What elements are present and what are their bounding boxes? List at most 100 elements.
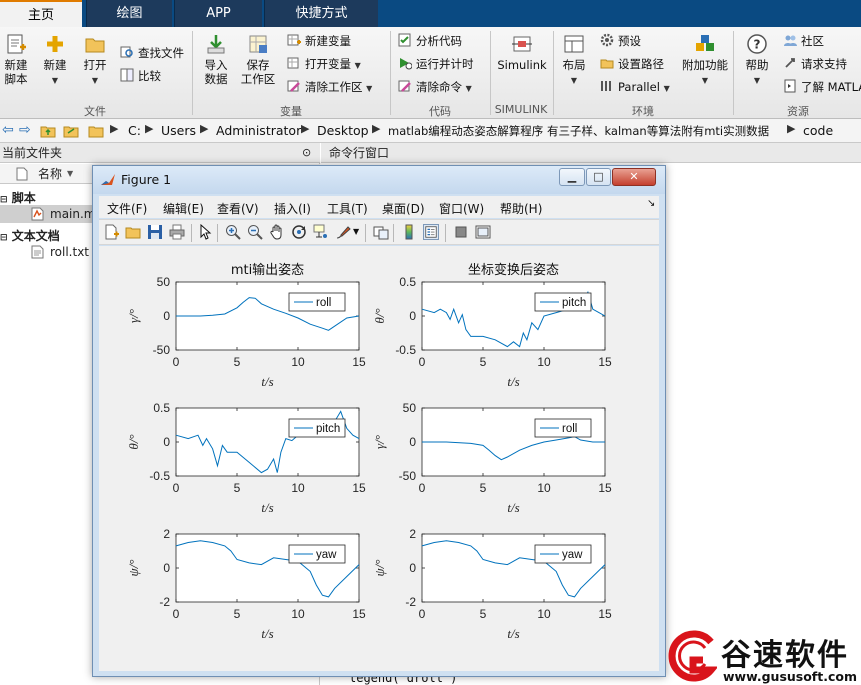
menu-tools[interactable]: 工具(T) (327, 200, 368, 217)
x-tick-label: 10 (291, 607, 305, 621)
x-tick-label: 0 (419, 355, 426, 369)
subplot-grid: 0 5 10 15-50050mti输出姿态t/sγ/°roll0 5 10 15-0.50… (126, 262, 612, 641)
new-plus-icon (47, 36, 63, 52)
import-data-button[interactable]: 导入 数据 (200, 33, 232, 86)
menu-view[interactable]: 查看(V) (217, 200, 259, 217)
file-row-roll-txt[interactable]: roll.txt (0, 243, 92, 261)
y-axis-label: ψ/° (126, 560, 141, 577)
community-button[interactable]: 社区 (783, 32, 824, 50)
sort-arrow-icon[interactable]: ▼ (67, 164, 73, 184)
brush-icon[interactable] (335, 224, 351, 240)
zoom-out-icon[interactable] (247, 224, 263, 240)
data-cursor-icon[interactable] (313, 224, 329, 240)
resources-group-label: 资源 (787, 105, 809, 118)
pointer-icon[interactable] (197, 224, 213, 240)
close-button[interactable]: ✕ (612, 168, 656, 186)
back-arrow-icon[interactable]: ⇦ (2, 122, 14, 138)
preferences-button[interactable]: 预设 (600, 32, 641, 50)
learn-matlab-button[interactable]: 了解 MATLAB (783, 78, 861, 96)
y-tick-label: 0 (163, 309, 170, 323)
save-workspace-button[interactable]: 保存 工作区 (240, 33, 276, 86)
request-support-button[interactable]: 请求支持 (783, 55, 847, 73)
clear-commands-button[interactable]: 清除命令 ▼ (398, 78, 472, 96)
group-text-docs[interactable]: ⊟ 文本文档 (0, 227, 60, 244)
figure-canvas[interactable]: 0 5 10 15 -50 0 50 mti输出姿态 t/s γ/° roll 0 5 10 15 -0.5 0… (99, 246, 659, 671)
legend-icon[interactable] (423, 224, 439, 240)
menu-desktop[interactable]: 桌面(D) (382, 200, 425, 217)
tab-plots[interactable]: 绘图 (86, 0, 172, 27)
breadcrumb-project-folder[interactable]: matlab编程动态姿态解算程序 有三子样、kalman等算法附有mti实测数据 (388, 123, 769, 139)
colorbar-icon[interactable] (401, 224, 417, 240)
layout-button[interactable]: 布局 ▼ (560, 33, 588, 88)
y-tick-label: 0 (409, 309, 416, 323)
tab-shortcuts[interactable]: 快捷方式 (264, 0, 378, 27)
print-icon[interactable] (169, 224, 185, 240)
file-row-main-m[interactable]: main.m (0, 205, 96, 223)
x-tick-label: 15 (352, 481, 366, 495)
menu-edit[interactable]: 编辑(E) (163, 200, 204, 217)
maximize-button[interactable]: □ (586, 168, 611, 186)
open-button[interactable]: 打开 ▼ (80, 33, 110, 88)
name-column-header[interactable]: 名称 (38, 164, 62, 184)
new-figure-icon[interactable] (103, 224, 119, 240)
pan-hand-icon[interactable] (269, 224, 285, 240)
run-and-time-button[interactable]: 运行并计时 (398, 55, 474, 73)
new-variable-button[interactable]: 新建变量 (287, 32, 351, 50)
clear-workspace-button[interactable]: 清除工作区 ▼ (287, 78, 372, 96)
y-axis-label: γ/° (372, 435, 387, 449)
toolbar-separator (445, 224, 446, 242)
group-scripts[interactable]: ⊟ 脚本 (0, 189, 36, 206)
collapse-icon[interactable]: ⊟ (0, 195, 8, 205)
menu-insert[interactable]: 插入(I) (274, 200, 311, 217)
collapse-icon[interactable]: ⊟ (0, 233, 8, 243)
addons-button[interactable]: 附加功能 ▼ (682, 33, 728, 88)
browse-folder-icon[interactable] (63, 123, 79, 139)
forward-arrow-icon[interactable]: ⇨ (19, 122, 31, 138)
help-button[interactable]: ? 帮助 ▼ (742, 33, 772, 88)
set-path-button[interactable]: 设置路径 (600, 55, 664, 73)
x-axis-label: t/s (507, 374, 519, 389)
command-window-header: 命令行窗口 (321, 143, 861, 163)
menu-file[interactable]: 文件(F) (107, 200, 147, 217)
open-variable-button[interactable]: 打开变量 ▼ (287, 55, 361, 73)
zoom-in-icon[interactable] (225, 224, 241, 240)
legend-label: roll (562, 423, 577, 435)
breadcrumb-users[interactable]: Users (161, 123, 196, 138)
figure-titlebar[interactable]: Figure 1 ▁ □ ✕ (93, 166, 665, 194)
figure-window[interactable]: Figure 1 ▁ □ ✕ 文件(F) 编辑(E) 查看(V) 插入(I) 工… (92, 165, 666, 677)
hide-plot-tools-icon[interactable] (453, 224, 469, 240)
rotate-3d-icon[interactable] (291, 224, 307, 240)
figure-title: Figure 1 (121, 172, 172, 187)
breadcrumb-drive[interactable]: C: (128, 123, 141, 138)
chevron-down-icon[interactable]: ▼ (353, 227, 359, 236)
minimize-button[interactable]: ▁ (559, 168, 585, 186)
panel-menu-icon[interactable]: ⊙ (302, 143, 311, 163)
breadcrumb-administrator[interactable]: Administrator (216, 123, 301, 138)
dock-arrow-icon[interactable]: ↘ (647, 198, 655, 209)
simulink-button[interactable]: Simulink (494, 33, 550, 72)
open-file-icon[interactable] (125, 224, 141, 240)
group-divider (733, 31, 734, 115)
breadcrumb-desktop[interactable]: Desktop (317, 123, 369, 138)
find-files-button[interactable]: 查找文件 (120, 44, 184, 62)
y-tick-label: -50 (153, 343, 171, 357)
menu-window[interactable]: 窗口(W) (439, 200, 484, 217)
subplot-title: 坐标变换后姿态 (468, 262, 559, 278)
matlab-logo-icon (101, 174, 115, 185)
new-script-button[interactable]: 新建 脚本 (2, 33, 30, 86)
compare-button[interactable]: 比较 (120, 67, 161, 85)
link-plot-icon[interactable] (373, 224, 389, 240)
tab-apps[interactable]: APP (174, 0, 262, 27)
breadcrumb-separator-icon: ▶ (787, 122, 796, 135)
analyze-code-button[interactable]: 分析代码 (398, 32, 462, 50)
parallel-button[interactable]: Parallel ▼ (600, 78, 670, 96)
new-button[interactable]: 新建 ▼ (40, 33, 70, 88)
save-icon[interactable] (147, 224, 163, 240)
breadcrumb-code[interactable]: code (803, 123, 833, 138)
group-divider (553, 31, 554, 115)
up-folder-icon[interactable] (40, 123, 56, 139)
y-tick-label: -50 (399, 469, 417, 483)
menu-help[interactable]: 帮助(H) (500, 200, 542, 217)
show-plot-tools-icon[interactable] (475, 224, 491, 240)
tab-home[interactable]: 主页 (0, 0, 82, 27)
